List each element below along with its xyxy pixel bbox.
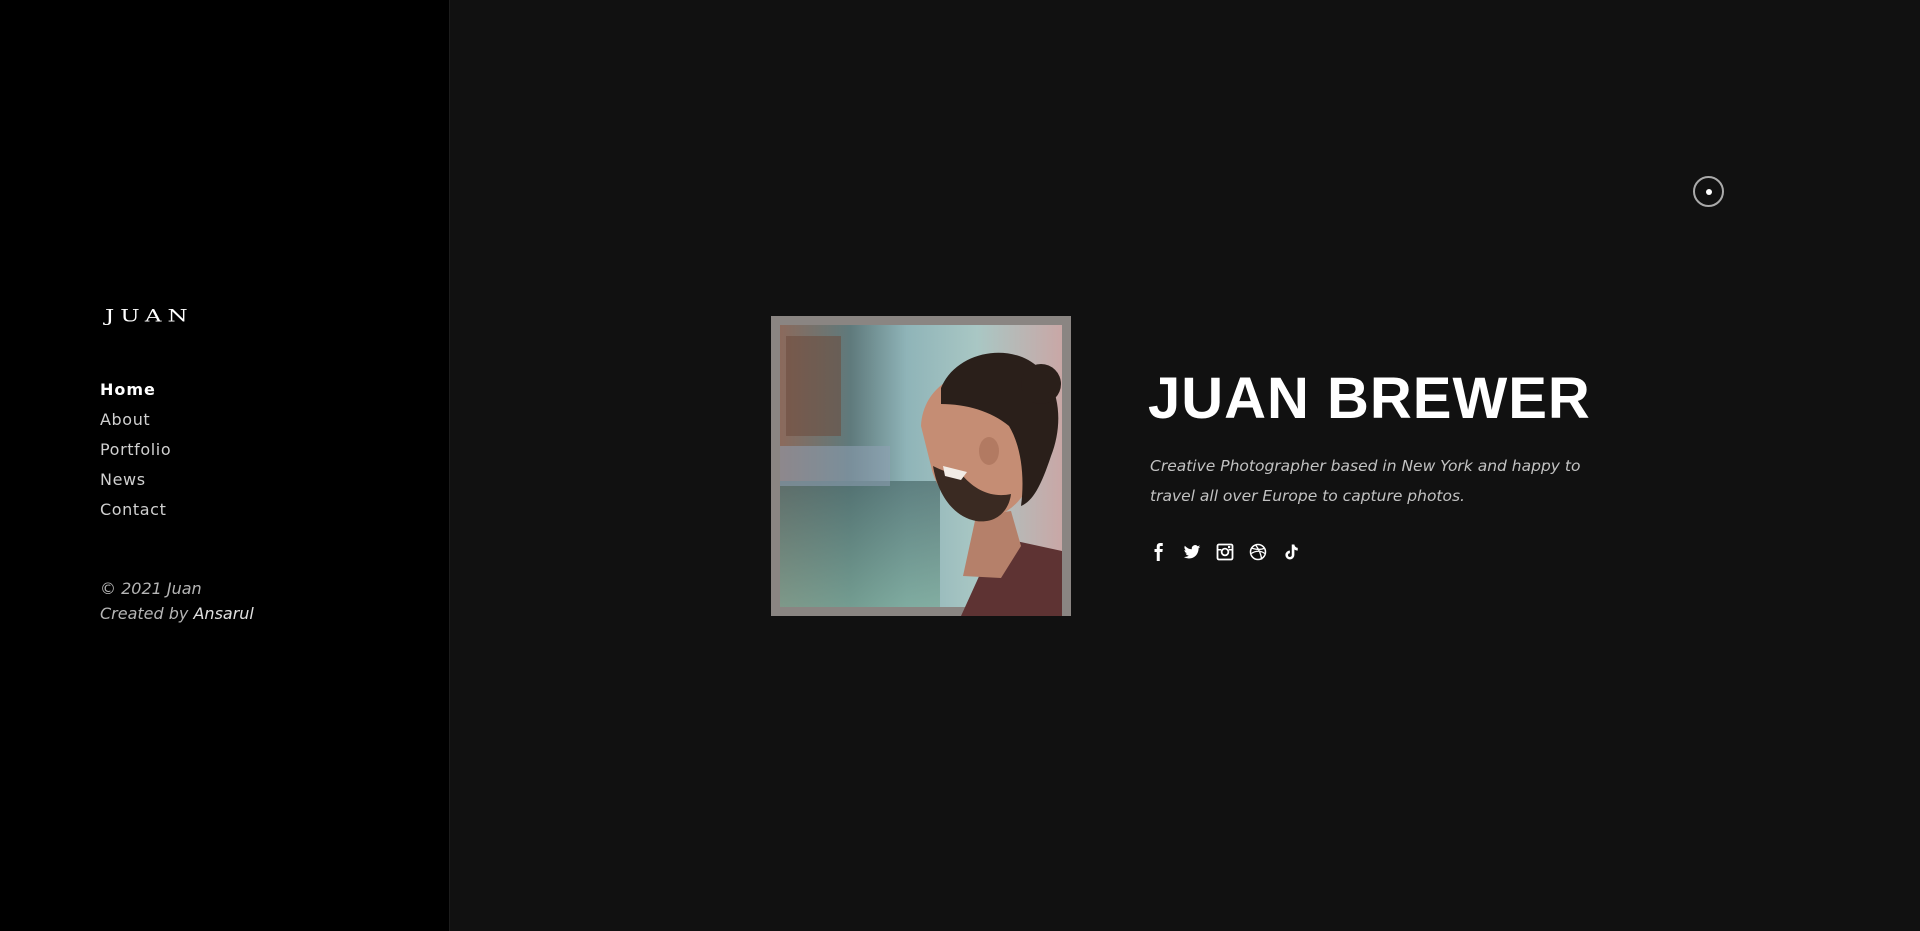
- nav-link-home[interactable]: Home: [100, 380, 156, 399]
- social-links: [1150, 541, 1315, 563]
- theme-toggle-icon[interactable]: [1693, 176, 1724, 207]
- nav-item-about: About: [100, 408, 171, 438]
- main-nav: Home About Portfolio News Contact: [100, 378, 171, 528]
- instagram-icon[interactable]: [1216, 541, 1234, 563]
- nav-link-contact[interactable]: Contact: [100, 500, 166, 519]
- hero-name: JUAN BREWER: [1148, 366, 1591, 431]
- sidebar: JUAN Home About Portfolio News Contact ©…: [0, 0, 450, 931]
- theme-toggle-dot: [1705, 188, 1712, 195]
- nav-link-news[interactable]: News: [100, 470, 146, 489]
- dribbble-icon[interactable]: [1249, 541, 1267, 563]
- twitter-icon[interactable]: [1183, 541, 1201, 563]
- nav-link-portfolio[interactable]: Portfolio: [100, 440, 171, 459]
- facebook-icon[interactable]: [1150, 541, 1168, 563]
- credit-author-link[interactable]: Ansarul: [193, 604, 253, 623]
- portrait-photo: [771, 316, 1071, 616]
- credit-line: Created by Ansarul: [100, 601, 254, 626]
- sidebar-footer: © 2021 Juan Created by Ansarul: [100, 576, 254, 626]
- nav-item-portfolio: Portfolio: [100, 438, 171, 468]
- tiktok-icon[interactable]: [1282, 541, 1300, 563]
- nav-item-home: Home: [100, 378, 171, 408]
- nav-item-news: News: [100, 468, 171, 498]
- credit-prefix: Created by: [100, 604, 189, 623]
- nav-link-about[interactable]: About: [100, 410, 150, 429]
- copyright-text: © 2021 Juan: [100, 579, 202, 598]
- nav-item-contact: Contact: [100, 498, 171, 528]
- hero-bio: Creative Photographer based in New York …: [1150, 457, 1581, 505]
- logo[interactable]: JUAN: [105, 307, 194, 326]
